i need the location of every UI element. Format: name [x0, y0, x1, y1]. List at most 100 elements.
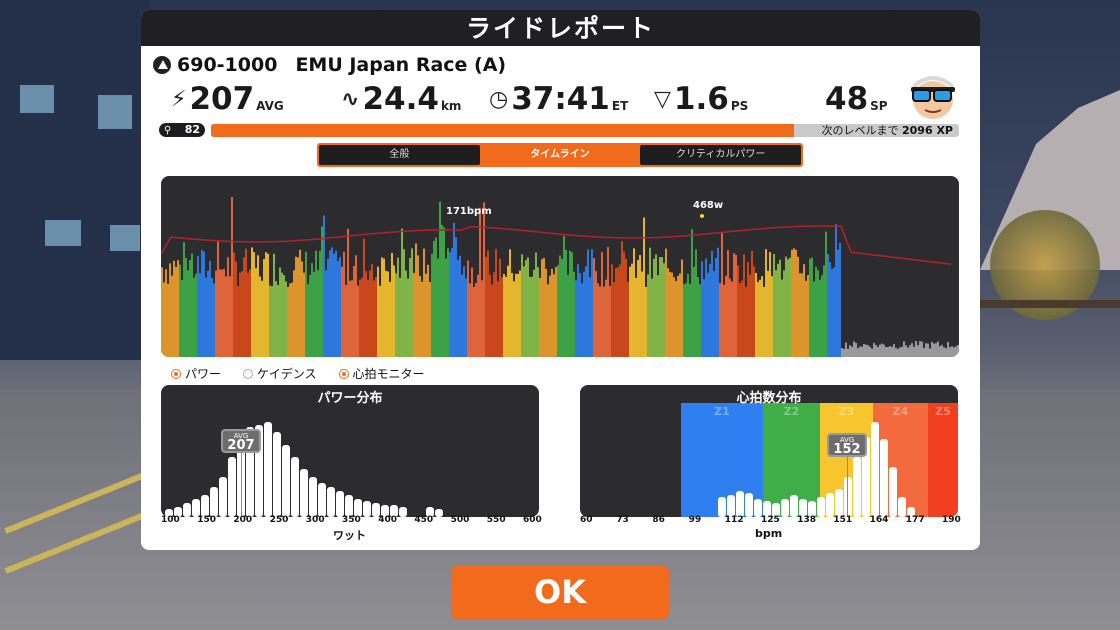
hr-zone-label: Z4 [893, 405, 909, 418]
timeline-bar [473, 286, 475, 357]
timeline-bar [243, 257, 245, 357]
timeline-bar [413, 272, 415, 357]
timeline-bar [835, 224, 837, 357]
timeline-bar [453, 222, 455, 357]
timeline-bar [331, 247, 333, 357]
timeline-bar [323, 215, 325, 357]
timeline-bar [919, 341, 921, 357]
tab-overview[interactable]: 全般 [319, 145, 480, 165]
timeline-bar [275, 281, 277, 357]
timeline-bar [671, 272, 673, 357]
timeline-bar [563, 235, 565, 357]
timeline-bar [387, 271, 389, 357]
timeline-bar [933, 343, 935, 357]
timeline-bar [265, 252, 267, 357]
timeline-bar [175, 267, 177, 357]
timeline-bar [567, 274, 569, 357]
timeline-bar [673, 277, 675, 357]
timeline-bar [389, 281, 391, 357]
tab-critical-power[interactable]: クリティカルパワー [640, 145, 802, 165]
rider-avatar [911, 76, 955, 119]
timeline-bar [527, 257, 529, 357]
legend-power-radio[interactable] [171, 368, 181, 379]
timeline-bar [619, 264, 621, 357]
background-window [98, 95, 132, 129]
timeline-bar [945, 348, 947, 357]
hr-dist-bar [889, 467, 897, 517]
timeline-bar [669, 271, 671, 357]
timeline-bar [289, 283, 291, 357]
timeline-bar [415, 243, 417, 357]
power-dist-bar [228, 457, 236, 517]
timeline-bar [811, 257, 813, 357]
timeline-bar [239, 272, 241, 357]
timeline-bar [455, 237, 457, 357]
ok-button[interactable]: OK [451, 565, 669, 620]
timeline-bar [229, 276, 231, 357]
hr-zone-label: Z2 [784, 405, 800, 418]
timeline-bar [925, 343, 927, 357]
timeline-bar [479, 207, 481, 357]
timeline-bar [751, 250, 753, 357]
power-dist-bar [273, 432, 281, 517]
timeline-bar [437, 258, 439, 357]
timeline-bar [343, 251, 345, 357]
legend-cadence[interactable]: ケイデンス [243, 365, 317, 382]
timeline-bar [753, 266, 755, 357]
timeline-bar [827, 254, 829, 357]
timeline-bar [161, 267, 163, 357]
timeline-bar [411, 248, 413, 357]
timeline-bar [223, 268, 225, 357]
timeline-bar [467, 260, 469, 357]
hr-axis-tick: 112 [724, 515, 744, 525]
timeline-bar [687, 273, 689, 357]
timeline-bar [907, 347, 909, 357]
timeline-bar [883, 344, 885, 357]
timeline-bar [637, 260, 639, 357]
timeline-bar [929, 348, 931, 357]
timeline-bar [173, 260, 175, 357]
timeline-bar [267, 253, 269, 357]
timeline-bar [503, 273, 505, 357]
tab-timeline[interactable]: タイムライン [479, 145, 641, 165]
timeline-bar [325, 270, 327, 357]
timeline-bar [449, 252, 451, 357]
timeline-bar [649, 247, 651, 357]
timeline-bar [581, 283, 583, 357]
timeline-bar [565, 249, 567, 357]
timeline-bar [251, 247, 253, 357]
legend-cadence-label: ケイデンス [257, 367, 317, 381]
timeline-bar [509, 249, 511, 357]
timeline-bar [667, 268, 669, 357]
background-fence [980, 300, 1120, 308]
timeline-bar [633, 248, 635, 357]
race-name: EMU Japan Race (A) [295, 54, 507, 76]
timeline-bar [561, 258, 563, 357]
timeline-bar [657, 275, 659, 357]
legend-power[interactable]: パワー [171, 365, 221, 382]
timeline-bar [461, 274, 463, 357]
timeline-chart: 171bpm 468w [161, 176, 959, 357]
timeline-bar [795, 249, 797, 357]
power-avg-badge: AVG 207 [221, 429, 261, 453]
background-window [45, 220, 81, 246]
hr-dist-bar [817, 497, 825, 517]
legend-hr[interactable]: 心拍モニター [338, 365, 425, 382]
stat-sport-points: 48 SP [825, 80, 888, 116]
timeline-bar [185, 257, 187, 357]
timeline-bar [559, 255, 561, 357]
power-dist-bar [435, 509, 443, 517]
race-info: 690-1000 EMU Japan Race (A) [153, 52, 506, 78]
timeline-bar [539, 278, 541, 357]
timeline-bar [917, 345, 919, 357]
timeline-bar [315, 250, 317, 357]
hr-dist-bar [736, 491, 744, 517]
timeline-bar [577, 264, 579, 357]
hr-distribution-chart: Z1 Z2 Z3 Z4 Z5 心拍数分布 AVG 152 [580, 385, 958, 517]
timeline-bar [165, 269, 167, 357]
legend-hr-radio[interactable] [338, 368, 349, 379]
timeline-bar [199, 272, 201, 357]
timeline-bar [801, 273, 803, 357]
legend-cadence-radio[interactable] [243, 368, 254, 379]
timeline-bar [829, 262, 831, 357]
